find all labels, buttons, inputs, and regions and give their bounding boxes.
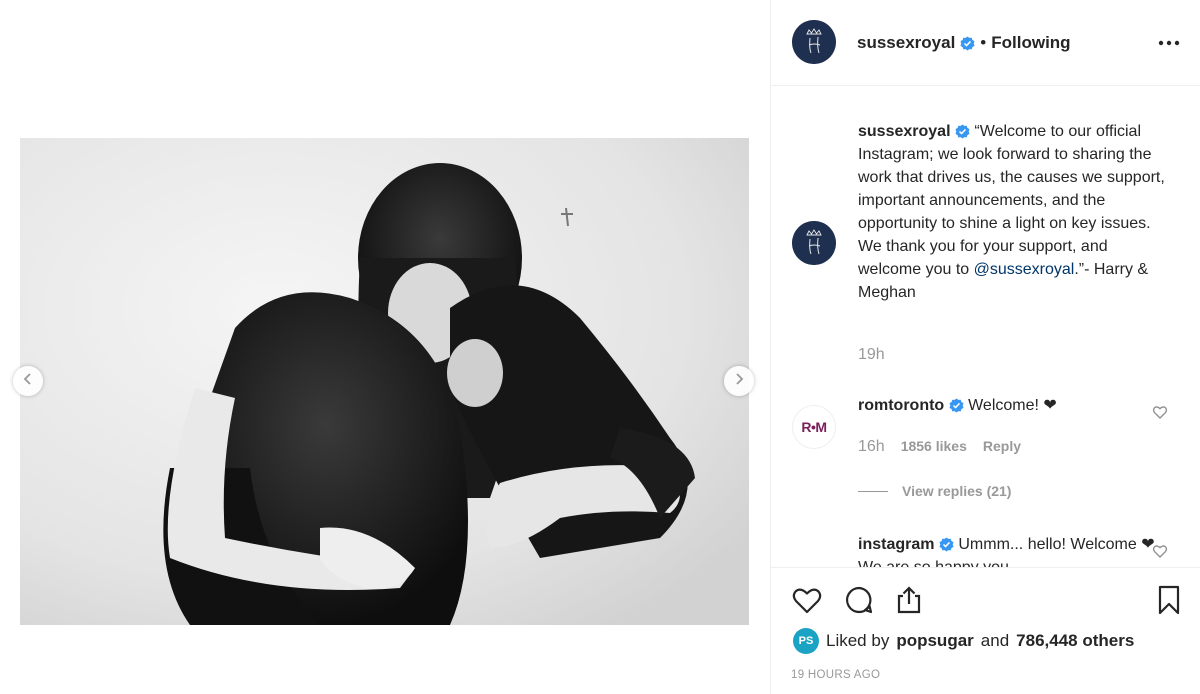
media-area: [0, 0, 770, 694]
post-header: sussexroyal • Following: [771, 0, 1200, 86]
verified-badge-icon: [955, 124, 970, 139]
commenter-avatar[interactable]: R•M: [792, 405, 836, 449]
royal-monogram-icon: [792, 20, 836, 64]
liked-by-prefix: Liked by: [826, 631, 890, 650]
comments-section[interactable]: sussexroyal “Welcome to our official Ins…: [771, 87, 1200, 567]
like-comment-button[interactable]: [1152, 543, 1168, 559]
liked-by-and: and: [980, 631, 1010, 650]
view-replies-label: View replies (21): [902, 483, 1012, 499]
liker-username[interactable]: popsugar: [896, 631, 973, 651]
heart-outline-icon: [1152, 545, 1168, 563]
post-actions-footer: PS Liked by popsugar and 786,448 others …: [771, 567, 1200, 694]
share-button[interactable]: [893, 584, 925, 616]
heart-outline-icon: [791, 588, 823, 620]
previous-photo-button[interactable]: [13, 366, 43, 396]
royal-monogram-icon: [792, 221, 836, 265]
replies-divider-line: [858, 490, 888, 492]
post-details-panel: sussexroyal • Following sussexroyal “Wel…: [770, 0, 1200, 694]
header-username[interactable]: sussexroyal: [857, 33, 955, 53]
comment-username[interactable]: romtoronto: [858, 397, 944, 414]
comment-button[interactable]: [843, 584, 875, 616]
post-timestamp[interactable]: 19 HOURS AGO: [791, 669, 880, 681]
caption-timestamp[interactable]: 19h: [858, 346, 885, 364]
heart-outline-icon: [1152, 406, 1168, 424]
comment-likes-count[interactable]: 1856 likes: [901, 438, 967, 454]
bookmark-icon: [1153, 585, 1185, 620]
comment-timestamp[interactable]: 16h: [858, 438, 885, 456]
post-photo[interactable]: [20, 138, 749, 625]
reply-button[interactable]: Reply: [983, 438, 1021, 454]
save-button[interactable]: [1153, 584, 1185, 616]
more-options-button[interactable]: [1157, 30, 1181, 54]
liker-avatar[interactable]: PS: [793, 628, 819, 654]
chevron-left-icon: [22, 372, 34, 390]
next-photo-button[interactable]: [724, 366, 754, 396]
comment: instagram Ummm... hello! Welcome ❤ We ar…: [858, 533, 1158, 567]
verified-badge-icon: [949, 398, 964, 413]
following-button[interactable]: Following: [991, 33, 1070, 53]
like-comment-button[interactable]: [1152, 404, 1168, 420]
view-replies-button[interactable]: View replies (21): [858, 483, 1011, 499]
comment-username[interactable]: instagram: [858, 536, 934, 553]
comment-text: Welcome! ❤: [968, 397, 1057, 414]
separator-dot: •: [980, 33, 987, 52]
like-button[interactable]: [791, 584, 823, 616]
author-avatar[interactable]: [792, 20, 836, 64]
comment: romtoronto Welcome! ❤: [858, 394, 1158, 417]
header-user-line: sussexroyal • Following: [857, 33, 1071, 53]
speech-bubble-icon: [843, 586, 875, 620]
caption-text: “Welcome to our official Instagram; we l…: [858, 123, 1165, 278]
more-options-icon: [1158, 33, 1180, 51]
chevron-right-icon: [733, 372, 745, 390]
caption-author-avatar[interactable]: [792, 221, 836, 265]
post-caption: sussexroyal “Welcome to our official Ins…: [858, 120, 1168, 304]
likes-summary: PS Liked by popsugar and 786,448 others: [793, 628, 1134, 654]
caption-mention-link[interactable]: @sussexroyal: [974, 261, 1075, 278]
share-upload-icon: [893, 586, 925, 620]
verified-badge-icon: [939, 537, 954, 552]
likes-count-link[interactable]: 786,448 others: [1016, 631, 1134, 651]
verified-badge-icon: [960, 35, 975, 51]
photo-illustration: [20, 138, 749, 625]
caption-username[interactable]: sussexroyal: [858, 123, 951, 140]
comment-meta: 16h 1856 likes Reply: [858, 438, 1021, 456]
